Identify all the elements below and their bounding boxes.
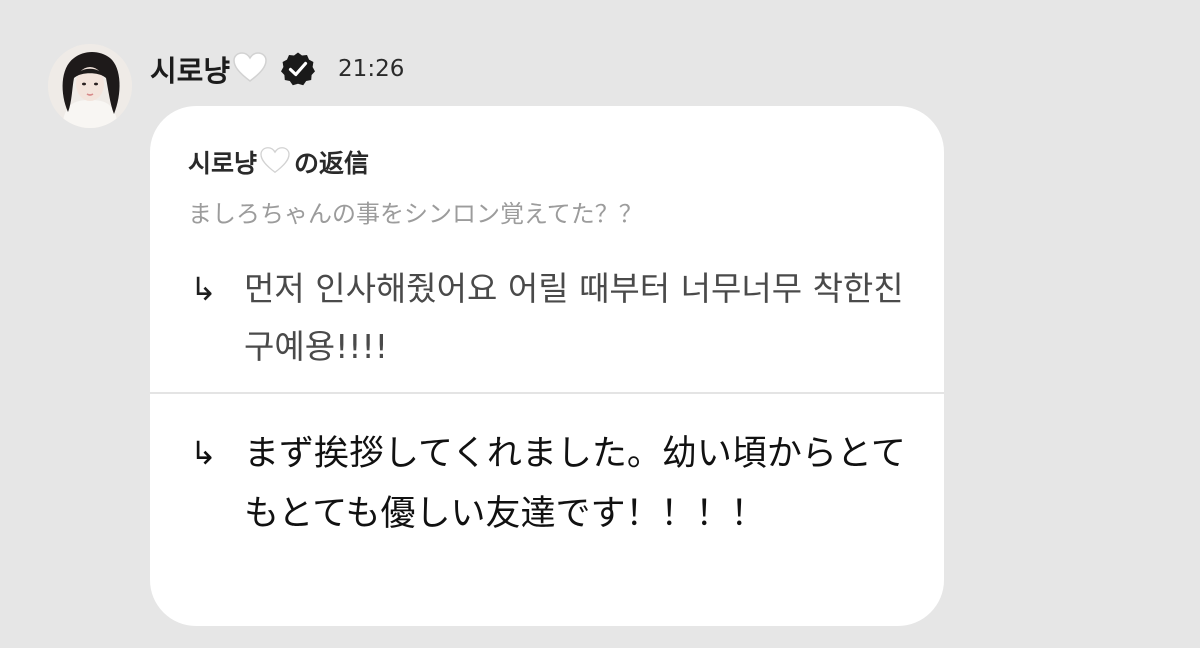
white-heart-icon [232,51,268,87]
avatar-image [48,44,132,128]
message-bubble[interactable]: 시로냥 の返信 ましろちゃんの事をシンロン覚えてた？？ ↳ 먼저 인사해줬어요 … [150,106,944,626]
quoted-message[interactable]: ましろちゃんの事をシンロン覚えてた？？ [188,194,643,229]
message-header: 시로냥 21:26 [150,44,404,94]
reply-sender-name: 시로냥 [188,149,258,178]
sender-name[interactable]: 시로냥 [150,48,230,90]
reply-arrow-icon: ↳ [190,270,217,308]
reply-answer-japanese: ↳ まず挨拶してくれました。幼い頃からとてもとても優しい友達です！！！！ [190,424,910,544]
verified-badge-icon [280,51,316,87]
reply-label: の返信 [294,149,370,178]
reply-header: 시로냥 の返信 [188,142,369,182]
timestamp: 21:26 [338,56,405,82]
white-heart-icon [259,146,291,178]
reply-text-japanese: まず挨拶してくれました。幼い頃からとてもとても優しい友達です！！！！ [244,434,906,534]
divider [150,392,944,394]
reply-arrow-icon: ↳ [190,434,217,472]
avatar[interactable] [48,44,132,128]
reply-text-korean: 먼저 인사해줬어요 어릴 때부터 너무너무 착한친구예용!!!! [244,269,904,366]
reply-answer-korean: ↳ 먼저 인사해줬어요 어릴 때부터 너무너무 착한친구예용!!!! [190,260,930,376]
